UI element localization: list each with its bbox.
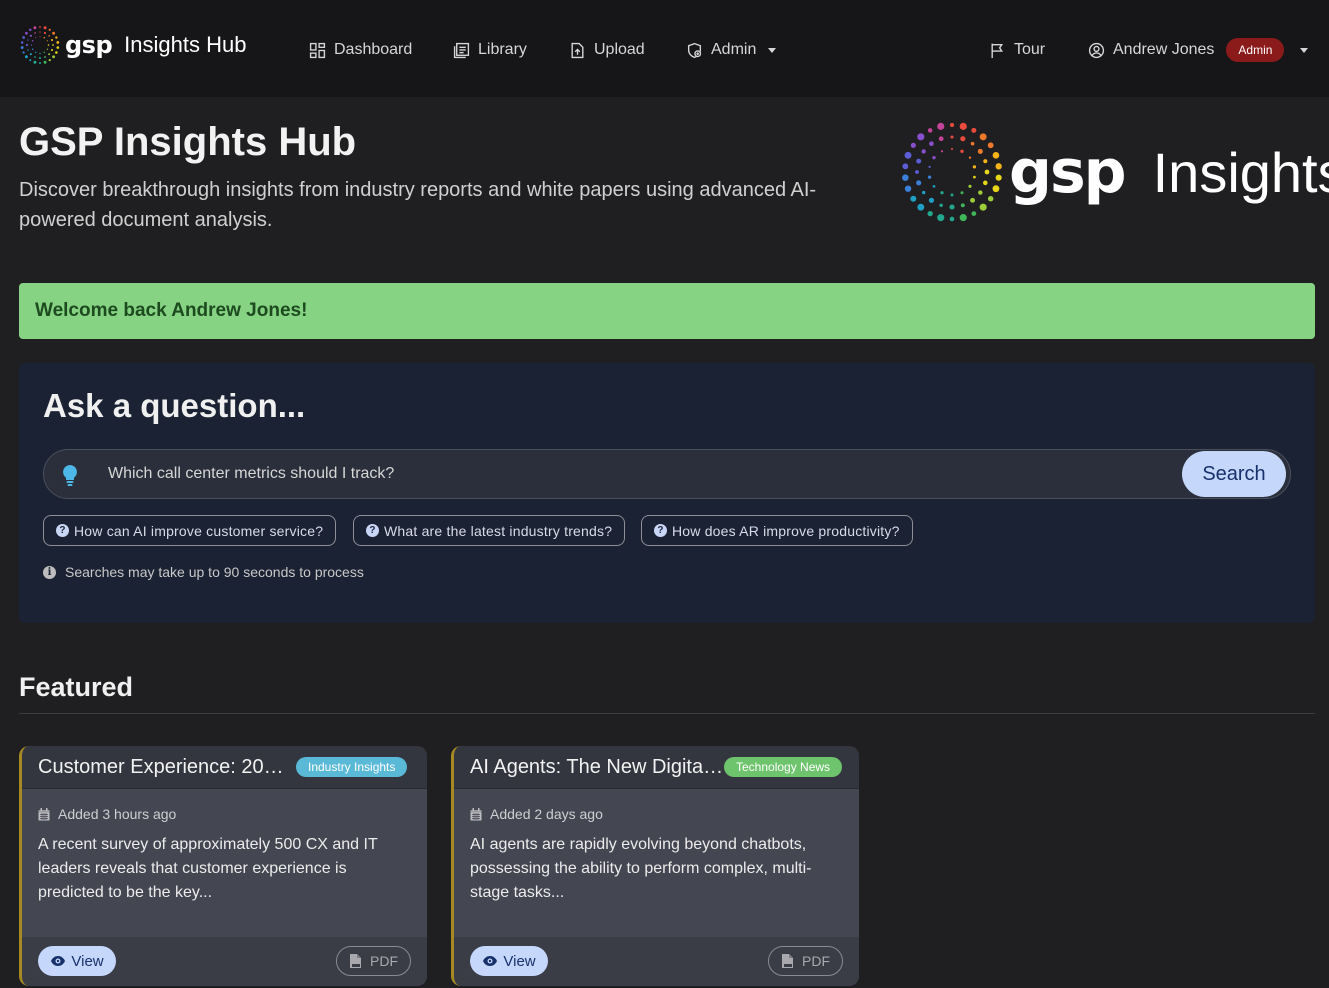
view-button[interactable]: View [38, 946, 116, 976]
processing-note-text: Searches may take up to 90 seconds to pr… [65, 564, 364, 580]
user-avatar-icon [1088, 42, 1105, 58]
page-subtitle: Discover breakthrough insights from indu… [19, 179, 817, 231]
library-icon [453, 42, 470, 58]
nav-dashboard-label: Dashboard [334, 41, 413, 58]
nav-library-label: Library [478, 41, 527, 58]
nav-dashboard[interactable]: Dashboard [309, 38, 412, 62]
question-circle-icon: ? [366, 524, 379, 537]
pdf-button[interactable]: PDF [768, 946, 843, 976]
nav-admin-label: Admin [711, 41, 757, 58]
eye-icon [51, 956, 66, 966]
hero-logo-insights: Insights [1152, 140, 1329, 204]
question-search-bar: Search [43, 449, 1291, 499]
lightbulb-icon [63, 465, 77, 486]
page-title: GSP Insights Hub [19, 120, 357, 164]
view-button-label: View [503, 952, 536, 970]
card-date: Added 3 hours ago [38, 806, 176, 822]
processing-note: i Searches may take up to 90 seconds to … [43, 564, 364, 580]
pdf-button-label: PDF [370, 953, 398, 969]
pdf-button[interactable]: PDF [336, 946, 411, 976]
chevron-down-icon [1300, 47, 1309, 53]
nav-upload[interactable]: Upload [569, 38, 645, 62]
card-date: Added 2 days ago [470, 806, 603, 822]
suggestion-chip[interactable]: ? What are the latest industry trends? [353, 515, 626, 546]
upload-icon [571, 42, 584, 58]
view-button[interactable]: View [470, 946, 548, 976]
category-tag: Industry Insights [296, 757, 408, 777]
pdf-button-label: PDF [802, 953, 830, 969]
nav-tour[interactable]: Tour [989, 38, 1045, 62]
card-description: AI agents are rapidly evolving beyond ch… [470, 836, 812, 901]
suggestion-label: How does AR improve productivity? [672, 522, 900, 539]
card-footer: View PDF [22, 937, 427, 986]
brand-logo[interactable]: gsp Insights Hub [19, 24, 246, 66]
card-footer: View PDF [454, 937, 859, 986]
calendar-icon [38, 807, 50, 820]
featured-divider [19, 713, 1315, 714]
question-circle-icon: ? [56, 524, 69, 537]
card-header: Customer Experience: 203... Industry Ins… [22, 746, 427, 789]
ask-title: Ask a question... [43, 387, 306, 424]
brand-name: Insights Hub [124, 32, 247, 57]
nav-user-dropdown[interactable]: Andrew Jones Admin [1088, 38, 1309, 62]
card-title[interactable]: AI Agents: The New Digital... [470, 756, 724, 779]
suggestion-chip[interactable]: ? How can AI improve customer service? [43, 515, 337, 546]
hero-logo: gsp Insights [897, 117, 1329, 227]
gsp-dots-ring-icon [20, 26, 60, 64]
question-input[interactable] [108, 462, 1168, 486]
brand-gsp-text: gsp [65, 31, 113, 59]
card-title[interactable]: Customer Experience: 203... [38, 756, 290, 779]
nav-library[interactable]: Library [453, 38, 527, 62]
suggestion-label: How can AI improve customer service? [74, 522, 324, 539]
hero-logo-gsp: gsp [1009, 137, 1127, 207]
flag-icon [991, 43, 1004, 58]
gsp-dots-ring-icon [902, 122, 1002, 222]
chevron-down-icon [768, 47, 777, 53]
admin-shield-icon [687, 42, 702, 58]
category-tag: Technology News [724, 757, 843, 777]
search-button[interactable]: Search [1182, 451, 1286, 497]
suggestion-chip[interactable]: ? How does AR improve productivity? [641, 515, 913, 546]
card-date-text: Added 3 hours ago [58, 806, 177, 822]
nav-upload-label: Upload [594, 41, 645, 58]
featured-card: Customer Experience: 203... Industry Ins… [19, 746, 427, 986]
nav-admin-dropdown[interactable]: Admin [686, 38, 777, 62]
question-circle-icon: ? [654, 524, 667, 537]
nav-user-name: Andrew Jones [1113, 41, 1215, 58]
top-navbar: gsp Insights Hub Dashboard Library Uploa… [0, 0, 1329, 97]
card-description: A recent survey of approximately 500 CX … [38, 836, 378, 901]
featured-card: AI Agents: The New Digital... Technology… [451, 746, 859, 986]
eye-icon [483, 956, 498, 966]
card-date-text: Added 2 days ago [490, 806, 603, 822]
admin-role-badge: Admin [1226, 38, 1285, 62]
pdf-file-icon [782, 954, 793, 968]
info-circle-icon: i [43, 565, 56, 579]
calendar-icon [470, 807, 482, 820]
nav-tour-label: Tour [1014, 41, 1046, 58]
suggestion-label: What are the latest industry trends? [384, 522, 613, 539]
welcome-alert: Welcome back Andrew Jones! [19, 283, 1315, 339]
pdf-file-icon [350, 954, 361, 968]
ask-question-panel: Ask a question... Search ? How can AI im… [19, 363, 1315, 623]
featured-heading: Featured [19, 672, 134, 702]
dashboard-icon [309, 42, 326, 58]
view-button-label: View [71, 952, 104, 970]
card-header: AI Agents: The New Digital... Technology… [454, 746, 859, 789]
